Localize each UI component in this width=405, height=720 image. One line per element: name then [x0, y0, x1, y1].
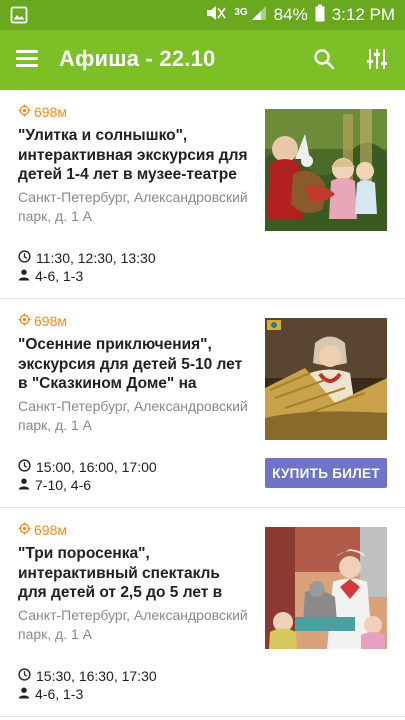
ages-text: 7-10, 4-6: [35, 477, 92, 493]
event-image[interactable]: [265, 318, 387, 440]
status-bar: 3G 84% 3:12 PM: [0, 0, 405, 30]
distance-text: 698м: [34, 313, 67, 329]
clock-icon: [18, 459, 31, 475]
page-title: Афиша - 22.10: [59, 46, 216, 71]
menu-icon[interactable]: [16, 50, 38, 70]
image-notification-icon: [10, 6, 28, 29]
battery-icon: [315, 4, 325, 27]
event-times: 11:30, 12:30, 13:30: [18, 250, 156, 266]
person-icon: [18, 268, 30, 284]
event-card[interactable]: 698м "Улитка и солнышко", интерактивная …: [0, 90, 405, 299]
times-text: 11:30, 12:30, 13:30: [36, 250, 156, 266]
mute-icon: [205, 4, 227, 27]
clock-icon: [18, 250, 31, 266]
event-list: 698м "Улитка и солнышко", интерактивная …: [0, 90, 405, 717]
battery-percent: 84%: [273, 5, 308, 24]
location-icon: [18, 313, 31, 329]
event-address: Санкт-Петербург, Александровский парк, д…: [18, 398, 248, 433]
person-icon: [18, 477, 30, 493]
distance: 698м: [18, 313, 67, 329]
filter-icon[interactable]: [366, 47, 388, 76]
event-address: Санкт-Петербург, Александровский парк, д…: [18, 607, 248, 642]
buy-ticket-button[interactable]: КУПИТЬ БИЛЕТ: [265, 458, 387, 488]
clock-icon: [18, 668, 31, 684]
event-image[interactable]: [265, 527, 387, 649]
event-title[interactable]: "Три поросенка", интерактивный спектакль…: [18, 544, 250, 604]
search-icon[interactable]: [313, 48, 335, 75]
event-ages: 7-10, 4-6: [18, 477, 91, 493]
event-times: 15:30, 16:30, 17:30: [18, 668, 157, 684]
event-image[interactable]: [265, 109, 387, 231]
event-card[interactable]: 698м "Три поросенка", интерактивный спек…: [0, 508, 405, 717]
distance-text: 698м: [34, 104, 67, 120]
clock: 3:12 PM: [331, 5, 395, 24]
event-ages: 4-6, 1-3: [18, 686, 83, 702]
event-title[interactable]: "Улитка и солнышко", интерактивная экску…: [18, 126, 250, 186]
distance: 698м: [18, 522, 67, 538]
distance-text: 698м: [34, 522, 67, 538]
location-icon: [18, 522, 31, 538]
event-card[interactable]: 698м "Осенние приключения", экскурсия дл…: [0, 299, 405, 508]
event-times: 15:00, 16:00, 17:00: [18, 459, 157, 475]
network-type: 3G: [234, 6, 248, 18]
signal-icon: [251, 4, 267, 27]
event-address: Санкт-Петербург, Александровский парк, д…: [18, 189, 248, 224]
app-bar: Афиша - 22.10: [0, 30, 405, 90]
ages-text: 4-6, 1-3: [35, 686, 84, 702]
times-text: 15:30, 16:30, 17:30: [36, 668, 157, 684]
event-ages: 4-6, 1-3: [18, 268, 83, 284]
event-title[interactable]: "Осенние приключения", экскурсия для дет…: [18, 335, 250, 395]
person-icon: [18, 686, 30, 702]
times-text: 15:00, 16:00, 17:00: [36, 459, 157, 475]
location-icon: [18, 104, 31, 120]
distance: 698м: [18, 104, 67, 120]
ages-text: 4-6, 1-3: [35, 268, 84, 284]
